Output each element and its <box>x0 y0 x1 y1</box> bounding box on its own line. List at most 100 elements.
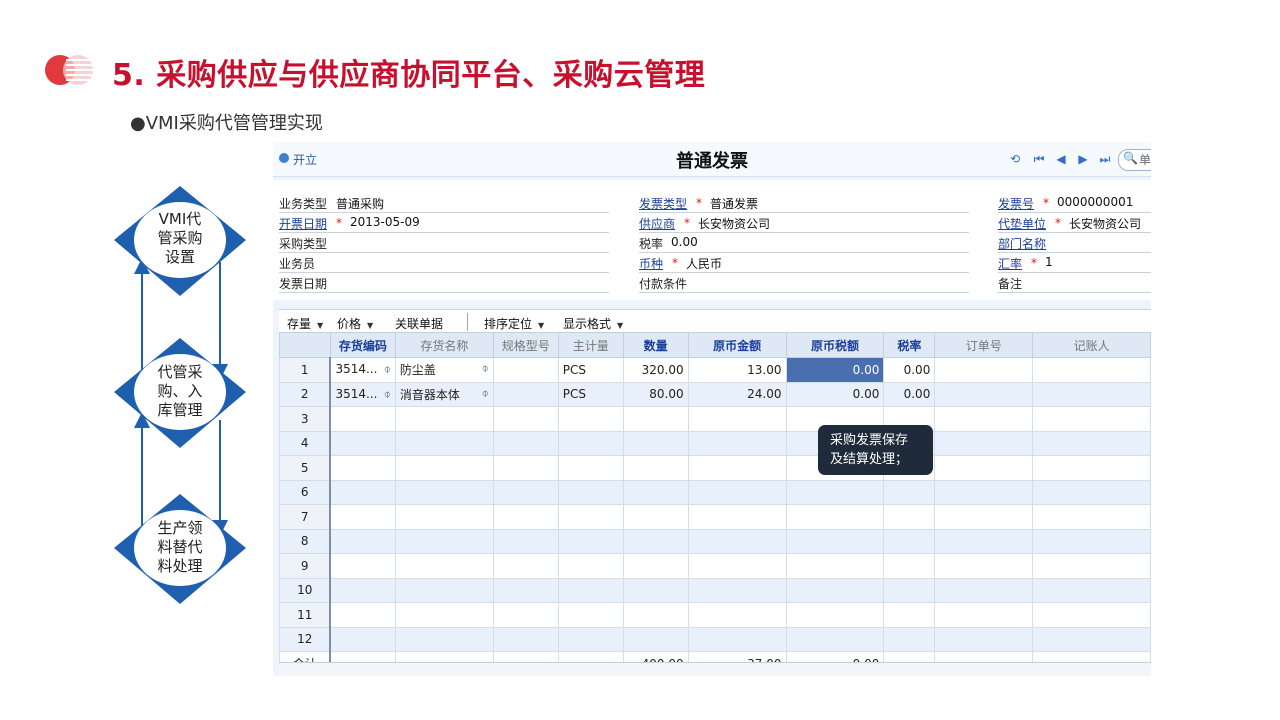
table-cell[interactable] <box>785 479 885 505</box>
table-cell[interactable] <box>934 577 1034 603</box>
table-cell[interactable] <box>785 577 885 603</box>
table-cell[interactable] <box>394 504 494 530</box>
column-header[interactable]: 数量 <box>622 332 689 358</box>
invoice-date-field[interactable]: 开票日期 * 2013-05-09 <box>279 212 609 233</box>
toolbar-price-dropdown[interactable]: 价格 ▼ <box>337 315 373 332</box>
table-cell[interactable] <box>785 626 885 652</box>
column-header[interactable]: 存货编码 <box>329 332 396 358</box>
table-row[interactable]: 1 ⌽ 3514... ⌽ 防尘盖 PCS 320.00 13.00 0.00 0.… <box>279 357 1151 383</box>
table-row[interactable]: 11 <box>279 602 1151 628</box>
table-cell[interactable] <box>622 577 689 603</box>
table-cell[interactable] <box>687 430 787 456</box>
unit-cell[interactable]: PCS <box>557 357 624 383</box>
table-cell[interactable] <box>687 553 787 579</box>
order-no-cell[interactable] <box>934 357 1034 383</box>
unit-cell[interactable]: PCS <box>557 381 624 407</box>
table-cell[interactable] <box>394 430 494 456</box>
table-cell[interactable] <box>394 406 494 432</box>
table-cell[interactable] <box>1032 455 1151 481</box>
table-cell[interactable] <box>329 430 396 456</box>
tax-rate-cell[interactable]: 0.00 <box>883 357 936 383</box>
table-cell[interactable] <box>557 406 624 432</box>
table-cell[interactable] <box>557 553 624 579</box>
table-cell[interactable] <box>394 479 494 505</box>
table-cell[interactable] <box>785 528 885 554</box>
table-row[interactable]: 6 <box>279 479 1151 505</box>
table-cell[interactable] <box>622 406 689 432</box>
table-cell[interactable] <box>492 528 559 554</box>
table-cell[interactable] <box>934 553 1034 579</box>
invoice-type-field[interactable]: 发票类型 * 普通发票 <box>639 192 969 213</box>
table-cell[interactable] <box>492 479 559 505</box>
horizontal-scrollbar[interactable] <box>279 662 1151 676</box>
inventory-name-cell[interactable]: ⌽ 消音器本体 <box>394 381 494 407</box>
table-cell[interactable] <box>557 626 624 652</box>
table-cell[interactable] <box>492 504 559 530</box>
table-cell[interactable] <box>394 553 494 579</box>
table-cell[interactable] <box>883 553 936 579</box>
table-cell[interactable] <box>785 504 885 530</box>
first-record-icon[interactable]: ⏮ <box>1031 151 1047 167</box>
table-cell[interactable] <box>329 455 396 481</box>
table-cell[interactable] <box>557 577 624 603</box>
table-cell[interactable] <box>785 602 885 628</box>
prev-record-icon[interactable]: ◀ <box>1053 151 1069 167</box>
column-header[interactable]: 订单号 <box>934 332 1034 358</box>
invoice-no-field[interactable]: 发票号 * 0000000001 <box>998 192 1151 213</box>
table-cell[interactable] <box>557 455 624 481</box>
table-cell[interactable] <box>687 602 787 628</box>
table-cell[interactable] <box>329 626 396 652</box>
table-cell[interactable] <box>1032 406 1151 432</box>
table-cell[interactable] <box>687 504 787 530</box>
table-cell[interactable] <box>883 602 936 628</box>
spec-cell[interactable] <box>492 381 559 407</box>
order-no-cell[interactable] <box>934 381 1034 407</box>
tax-rate-cell[interactable]: 0.00 <box>883 381 936 407</box>
table-cell[interactable] <box>934 406 1034 432</box>
table-cell[interactable] <box>492 455 559 481</box>
next-record-icon[interactable]: ▶ <box>1075 151 1091 167</box>
quantity-cell[interactable]: 80.00 <box>622 381 689 407</box>
amount-cell[interactable]: 24.00 <box>687 381 787 407</box>
table-cell[interactable] <box>687 577 787 603</box>
table-cell[interactable] <box>934 455 1034 481</box>
tax-rate-field[interactable]: 税率 0.00 <box>639 232 969 253</box>
salesman-field[interactable]: 业务员 <box>279 252 609 273</box>
table-cell[interactable] <box>557 430 624 456</box>
table-row[interactable]: 9 <box>279 553 1151 579</box>
biz-type-field[interactable]: 业务类型 普通采购 <box>279 192 609 213</box>
table-cell[interactable] <box>934 430 1034 456</box>
table-cell[interactable] <box>1032 553 1151 579</box>
table-cell[interactable] <box>329 406 396 432</box>
table-cell[interactable] <box>1032 430 1151 456</box>
table-cell[interactable] <box>394 626 494 652</box>
bookkeeper-cell[interactable] <box>1032 381 1151 407</box>
table-cell[interactable] <box>1032 504 1151 530</box>
table-row[interactable]: 2 ⌽ 3514... ⌽ 消音器本体 PCS 80.00 24.00 0.00 0… <box>279 381 1151 407</box>
table-cell[interactable] <box>883 577 936 603</box>
table-cell[interactable] <box>1032 479 1151 505</box>
spec-cell[interactable] <box>492 357 559 383</box>
quantity-cell[interactable]: 320.00 <box>622 357 689 383</box>
column-header[interactable]: 原币税额 <box>785 332 885 358</box>
table-cell[interactable] <box>883 479 936 505</box>
table-row[interactable]: 3 <box>279 406 1151 432</box>
toolbar-format-dropdown[interactable]: 显示格式 ▼ <box>563 315 623 332</box>
table-cell[interactable] <box>329 528 396 554</box>
tax-amount-cell[interactable]: 0.00 <box>785 381 885 407</box>
table-cell[interactable] <box>492 430 559 456</box>
table-cell[interactable] <box>622 528 689 554</box>
agent-unit-field[interactable]: 代垫单位 * 长安物资公司 <box>998 212 1151 233</box>
table-cell[interactable] <box>557 528 624 554</box>
table-cell[interactable] <box>934 528 1034 554</box>
search-input[interactable]: 🔍 单 <box>1118 149 1151 171</box>
table-cell[interactable] <box>687 406 787 432</box>
table-cell[interactable] <box>394 602 494 628</box>
table-cell[interactable] <box>492 626 559 652</box>
toolbar-stock-dropdown[interactable]: 存量 ▼ <box>287 315 323 332</box>
table-cell[interactable] <box>394 528 494 554</box>
inventory-code-cell[interactable]: ⌽ 3514... <box>329 381 396 407</box>
table-cell[interactable] <box>492 602 559 628</box>
table-cell[interactable] <box>785 553 885 579</box>
bookkeeper-cell[interactable] <box>1032 357 1151 383</box>
